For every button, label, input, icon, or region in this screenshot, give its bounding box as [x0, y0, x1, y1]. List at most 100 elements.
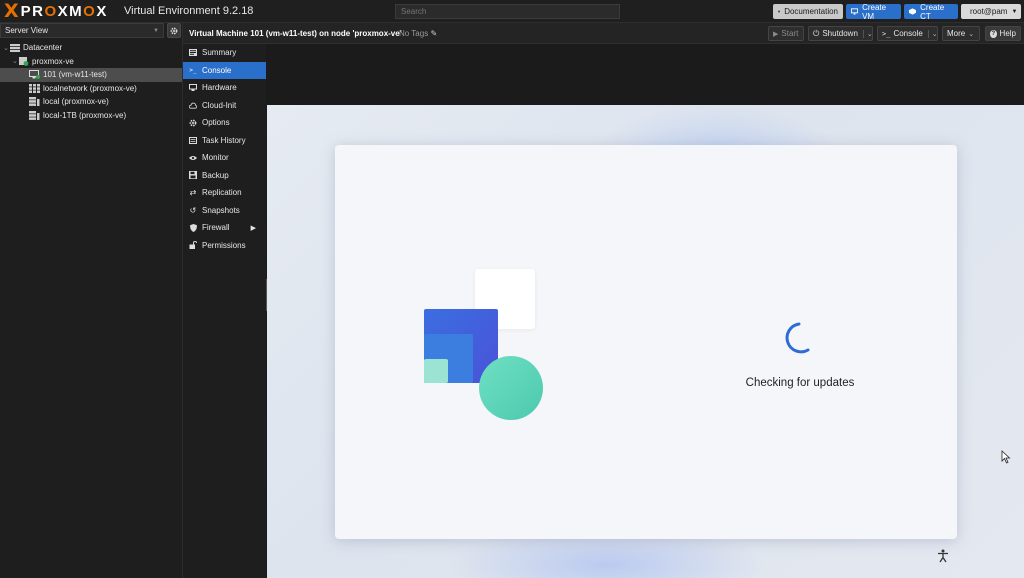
network-icon — [29, 83, 40, 93]
chevron-down-icon[interactable]: ⌄ — [12, 57, 19, 65]
desktop-icon — [851, 8, 859, 15]
create-ct-button[interactable]: Create CT — [904, 2, 958, 21]
server-view-select[interactable]: Server View ▼ — [0, 23, 164, 38]
resource-tree-panel: Server View ▼ ⌄ Datacenter ⌄ proxmox-ve … — [0, 23, 183, 578]
more-label: More — [947, 29, 966, 38]
status-text: Checking for updates — [745, 377, 855, 389]
retweet-icon: ⇄ — [189, 188, 197, 198]
cube-icon — [909, 8, 917, 15]
windows-illustration-circle — [479, 356, 543, 420]
tree-item-label: 101 (vm-w11-test) — [43, 70, 107, 80]
windows-illustration-mint-square — [424, 359, 448, 383]
shutdown-button[interactable]: ⏻ Shutdown ⌄ — [808, 26, 873, 41]
create-ct-label: Create CT — [920, 2, 945, 21]
loading-spinner-icon — [785, 322, 810, 354]
accessibility-icon[interactable] — [937, 549, 949, 563]
user-label: root@pam — [970, 7, 1008, 16]
tree-item-label: Datacenter — [23, 43, 63, 53]
gear-icon — [170, 27, 178, 34]
server-view-label: Server View — [5, 26, 48, 35]
nav-replication[interactable]: ⇄ Replication — [183, 184, 266, 202]
storage-icon — [29, 97, 40, 107]
nav-label: Hardware — [202, 83, 237, 93]
tree-item-label: localnetwork (proxmox-ve) — [43, 83, 137, 93]
nav-options[interactable]: Options — [183, 114, 266, 132]
summary-icon — [189, 49, 197, 57]
nav-label: Console — [202, 65, 232, 75]
user-menu-button[interactable]: root@pam ▼ — [961, 4, 1021, 19]
pencil-icon[interactable]: ✎ — [430, 29, 437, 38]
history-icon: ↺ — [189, 205, 197, 215]
nav-snapshots[interactable]: ↺ Snapshots — [183, 202, 266, 220]
nav-console[interactable]: >_ Console — [183, 61, 266, 79]
search-input[interactable] — [395, 4, 620, 19]
gear-icon — [189, 119, 197, 127]
power-icon: ⏻ — [813, 28, 820, 38]
nav-label: Replication — [202, 188, 242, 198]
play-icon: ▶ — [773, 30, 779, 38]
tags-label: No Tags — [399, 29, 429, 38]
chevron-down-icon[interactable]: ⌄ — [3, 44, 10, 52]
nav-monitor[interactable]: Monitor — [183, 149, 266, 167]
tree-item-local-1tb[interactable]: local-1TB (proxmox-ve) — [0, 109, 182, 123]
nav-label: Cloud-Init — [202, 100, 237, 110]
help-button[interactable]: ? Help — [985, 26, 1021, 41]
more-button[interactable]: More ⌄ — [942, 26, 980, 41]
create-vm-button[interactable]: Create VM — [846, 3, 901, 21]
tree-settings-button[interactable] — [167, 23, 181, 38]
nav-label: Backup — [202, 170, 229, 180]
nav-task-history[interactable]: Task History — [183, 132, 266, 150]
tree-item-vm-101[interactable]: 101 (vm-w11-test) — [0, 68, 182, 82]
nav-cloud-init[interactable]: Cloud-Init — [183, 97, 266, 115]
unlock-icon — [189, 241, 197, 250]
node-icon — [19, 56, 29, 66]
chevron-down-icon[interactable]: ⌄ — [862, 29, 873, 38]
documentation-label: Documentation — [784, 7, 838, 16]
vm-nav: Summary >_ Console Hardware Cloud-Init O… — [183, 44, 266, 578]
datacenter-icon — [10, 43, 20, 52]
nav-label: Monitor — [202, 153, 229, 163]
floppy-icon — [189, 171, 197, 180]
tree-item-localnetwork[interactable]: localnetwork (proxmox-ve) — [0, 82, 182, 96]
help-label: Help — [999, 29, 1016, 38]
cloud-icon — [189, 102, 197, 109]
logo-word: PROXMOX — [20, 3, 108, 20]
start-button[interactable]: ▶ Start — [768, 26, 804, 41]
storage-icon — [29, 110, 40, 120]
nav-label: Task History — [202, 135, 246, 145]
start-label: Start — [781, 29, 799, 38]
question-icon: ? — [990, 29, 997, 38]
logo-x: X — [4, 0, 19, 22]
terminal-icon: >_ — [882, 29, 891, 38]
nav-label: Permissions — [202, 240, 246, 250]
list-icon — [189, 136, 197, 144]
tree-item-label: proxmox-ve — [32, 56, 74, 66]
chevron-down-icon: ⌄ — [968, 30, 975, 38]
nav-label: Options — [202, 118, 230, 128]
chevron-right-icon[interactable]: ▶ — [251, 224, 256, 232]
tree-item-node[interactable]: ⌄ proxmox-ve — [0, 55, 182, 69]
version-label: Virtual Environment 9.2.18 — [124, 5, 254, 17]
resource-tree: ⌄ Datacenter ⌄ proxmox-ve 101 (vm-w11-te… — [0, 41, 182, 122]
tree-item-label: local (proxmox-ve) — [43, 97, 109, 107]
nav-permissions[interactable]: Permissions — [183, 237, 266, 255]
vm-header: Virtual Machine 101 (vm-w11-test) on nod… — [183, 23, 1024, 44]
setup-card: Checking for updates — [335, 145, 957, 539]
nav-firewall[interactable]: Firewall ▶ — [183, 219, 266, 237]
mouse-cursor-icon — [1001, 450, 1011, 464]
vm-console-screen[interactable]: Checking for updates — [267, 105, 1024, 578]
top-bar: X PROXMOX Virtual Environment 9.2.18 Doc… — [0, 0, 1024, 23]
console-icon: >_ — [189, 66, 197, 74]
tags-editor[interactable]: No Tags ✎ — [399, 29, 437, 38]
console-button[interactable]: >_ Console ⌄ — [877, 26, 938, 41]
nav-backup[interactable]: Backup — [183, 167, 266, 185]
tree-item-datacenter[interactable]: ⌄ Datacenter — [0, 41, 182, 55]
eye-icon — [189, 155, 197, 161]
documentation-button[interactable]: Documentation — [773, 4, 843, 19]
tree-item-local[interactable]: local (proxmox-ve) — [0, 95, 182, 109]
proxmox-logo[interactable]: X PROXMOX — [4, 0, 108, 22]
nav-label: Snapshots — [202, 205, 240, 215]
chevron-down-icon[interactable]: ⌄ — [927, 29, 938, 38]
nav-summary[interactable]: Summary — [183, 44, 266, 62]
nav-hardware[interactable]: Hardware — [183, 79, 266, 97]
